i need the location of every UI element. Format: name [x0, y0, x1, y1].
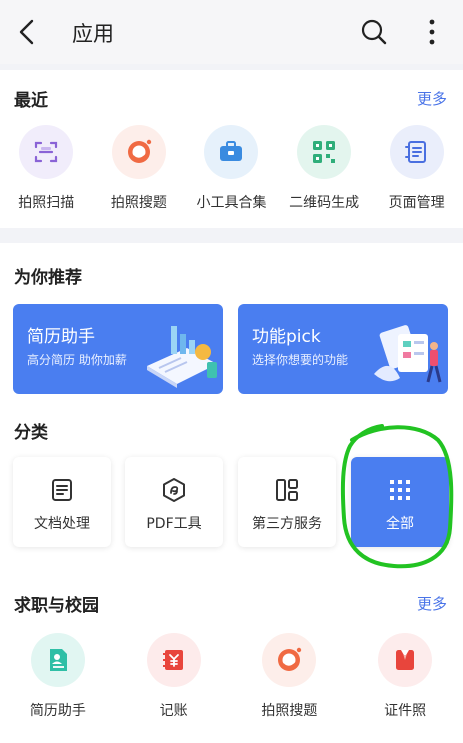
- category-pdf-tools[interactable]: PDF工具: [125, 457, 223, 547]
- scan-icon: [19, 125, 74, 179]
- banner-resume-assistant[interactable]: 简历助手 高分简历 助你加薪: [13, 304, 223, 394]
- banner-title: 简历助手: [27, 327, 95, 347]
- category-label: 全部: [386, 516, 414, 532]
- page-title: 应用: [72, 22, 114, 46]
- category-label: PDF工具: [146, 516, 202, 532]
- banner-title: 功能pick: [252, 327, 321, 347]
- qrcode-icon: [297, 125, 352, 179]
- third-party-icon: [276, 479, 298, 501]
- recent-item-page-manage[interactable]: 页面管理: [370, 125, 463, 212]
- jobs-item-label: 简历助手: [29, 703, 86, 719]
- id-photo-icon: [378, 633, 433, 687]
- more-options-icon[interactable]: [418, 14, 446, 50]
- resume-illustration-icon: [147, 326, 217, 388]
- banner-subtitle: 高分简历 助你加薪: [27, 353, 127, 367]
- recent-item-photo-search[interactable]: 拍照搜题: [93, 125, 186, 212]
- bookkeeping-icon: [146, 633, 201, 687]
- jobs-item-label: 记账: [159, 703, 188, 719]
- recent-item-label: 二维码生成: [289, 195, 360, 211]
- banner-feature-pick[interactable]: 功能pick 选择你想要的功能: [238, 304, 448, 394]
- recent-title: 最近: [14, 91, 48, 111]
- search-icon[interactable]: [356, 14, 392, 50]
- jobs-item-label: 证件照: [384, 703, 427, 719]
- recent-item-label: 页面管理: [388, 195, 445, 211]
- jobs-more-link[interactable]: 更多: [417, 593, 447, 614]
- feature-pick-illustration-icon: [374, 325, 442, 383]
- toolbox-icon: [204, 125, 259, 179]
- recent-item-scan[interactable]: 拍照扫描: [0, 125, 93, 212]
- jobs-item-id-photo[interactable]: 证件照: [347, 633, 463, 720]
- category-document[interactable]: 文档处理: [13, 457, 111, 547]
- jobs-item-resume[interactable]: 简历助手: [0, 633, 116, 720]
- jobs-item-label: 拍照搜题: [261, 703, 318, 719]
- resume-icon: [30, 633, 85, 687]
- main-section: 为你推荐 简历助手 高分简历 助你加薪 功能pick 选择你想要的功能 分类 文…: [0, 243, 463, 743]
- recent-item-label: 拍照扫描: [18, 195, 75, 211]
- jobs-title: 求职与校园: [14, 596, 99, 616]
- grid-icon: [390, 480, 410, 500]
- banner-subtitle: 选择你想要的功能: [252, 353, 349, 367]
- recent-item-label: 小工具合集: [196, 195, 267, 211]
- recommend-title: 为你推荐: [14, 268, 82, 288]
- recent-more-link[interactable]: 更多: [417, 88, 447, 109]
- recent-item-label: 拍照搜题: [110, 195, 167, 211]
- pdf-icon: [163, 478, 185, 502]
- category-label: 第三方服务: [252, 516, 322, 532]
- category-all[interactable]: 全部: [351, 457, 449, 547]
- category-third-party[interactable]: 第三方服务: [238, 457, 336, 547]
- photo-search-icon: [262, 633, 317, 687]
- recent-item-toolbox[interactable]: 小工具合集: [185, 125, 278, 212]
- photo-search-icon: [111, 125, 166, 179]
- document-icon: [52, 479, 72, 501]
- jobs-item-bookkeeping[interactable]: 记账: [116, 633, 232, 720]
- jobs-item-photo-search[interactable]: 拍照搜题: [232, 633, 348, 720]
- jobs-items: 简历助手 记账 拍照搜题 证件照: [0, 633, 463, 720]
- category-title: 分类: [14, 423, 48, 443]
- category-label: 文档处理: [34, 516, 90, 532]
- back-arrow-icon[interactable]: [10, 14, 46, 50]
- recent-items: 拍照扫描 拍照搜题 小工具合集 二维码生成 页面管理: [0, 125, 463, 212]
- page-manage-icon: [389, 125, 444, 179]
- top-bar: 应用: [0, 0, 463, 64]
- recent-item-qrcode[interactable]: 二维码生成: [278, 125, 371, 212]
- recent-section: 最近 更多 拍照扫描 拍照搜题 小工具合集 二维码生成 页面管理: [0, 70, 463, 228]
